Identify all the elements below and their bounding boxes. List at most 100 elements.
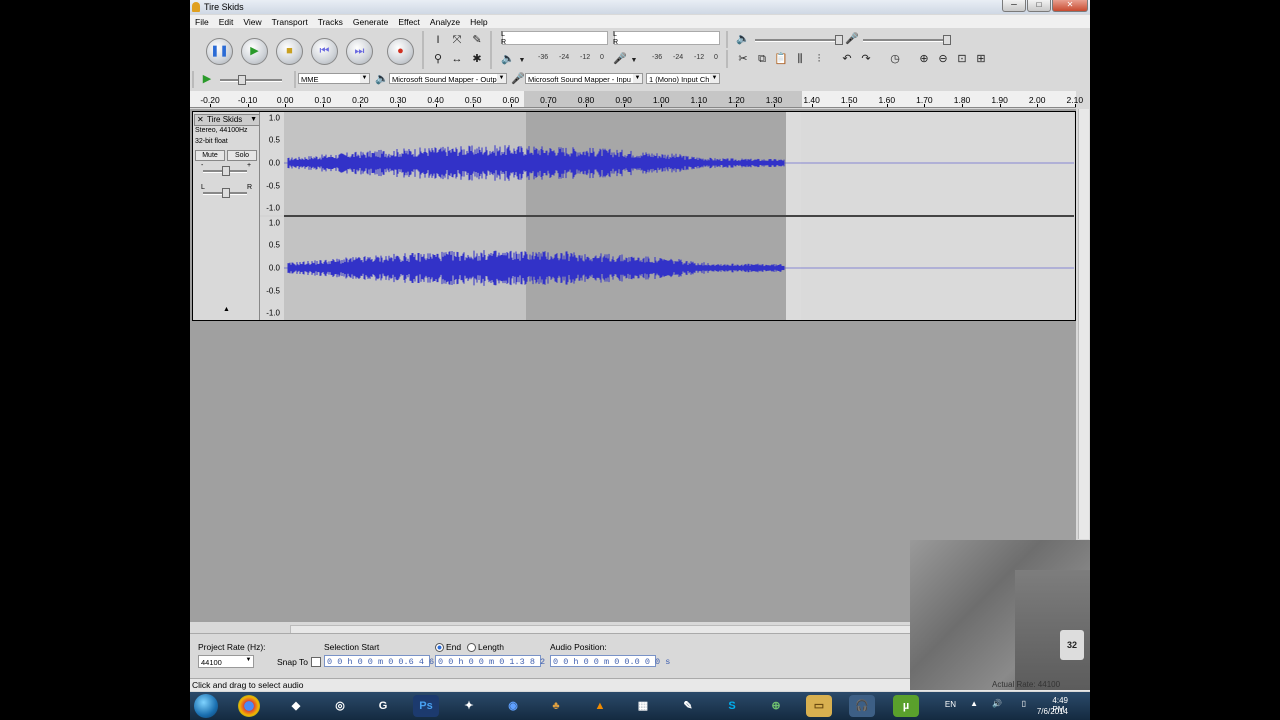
input-volume-slider[interactable] [863, 35, 951, 45]
mute-button[interactable]: Mute [195, 150, 225, 161]
tray-arrow-icon[interactable]: ▲ [970, 699, 978, 708]
stop-button[interactable]: ■ [276, 38, 303, 65]
right-channel-waveform[interactable] [284, 217, 1074, 320]
snap-to-checkbox[interactable] [311, 657, 321, 667]
ruler-tick-mark [473, 104, 475, 107]
ruler-tick-mark [1074, 104, 1076, 107]
minimize-button[interactable]: ─ [1002, 0, 1026, 12]
collapse-track-icon[interactable]: ▲ [223, 306, 230, 313]
explorer-icon[interactable]: ▭ [806, 695, 832, 717]
zoom-out-icon[interactable]: ⊖ [935, 51, 951, 67]
audacity-taskbar-icon[interactable]: 🎧 [849, 695, 875, 717]
cut-icon[interactable]: ✂ [735, 51, 751, 67]
silence-icon[interactable]: ⫶ [811, 51, 827, 67]
ruler-tick-mark [435, 104, 437, 107]
skype-icon[interactable]: S [719, 695, 745, 717]
selection-end-field[interactable]: 0 0 h 0 0 m 0 1.3 8 2 s [435, 655, 555, 667]
menu-tracks[interactable]: Tracks [313, 15, 348, 28]
skip-to-end-button[interactable]: ⏭ [346, 38, 373, 65]
playback-meter[interactable]: L R [501, 31, 608, 46]
recording-meter[interactable]: L R [613, 31, 720, 46]
zoom-in-icon[interactable]: ⊕ [916, 51, 932, 67]
axis-label: 1.0 [268, 218, 280, 228]
end-radio[interactable] [435, 643, 444, 652]
network-tray-icon[interactable]: ▯ [1022, 699, 1026, 708]
vertical-scrollbar[interactable] [1078, 109, 1089, 539]
audio-position-field[interactable]: 0 0 h 0 0 m 0 0.0 0 0 s [550, 655, 670, 667]
output-volume-slider[interactable] [755, 35, 843, 45]
audio-track[interactable]: ✕ Tire Skids ▼ Stereo, 44100Hz 32-bit fl… [192, 111, 1076, 321]
volume-icon[interactable]: 🔊 [992, 699, 1002, 708]
meter-menu-arrow-icon[interactable]: ▼ [514, 53, 530, 69]
menu-effect[interactable]: Effect [393, 15, 425, 28]
left-channel-waveform[interactable] [284, 112, 1074, 217]
photoshop-icon[interactable]: Ps [413, 695, 439, 717]
zoom-tool-icon[interactable]: ⚲ [430, 51, 446, 67]
sync-lock-icon[interactable]: ◷ [887, 51, 903, 67]
play-at-speed-icon[interactable]: ▶ [199, 71, 215, 87]
menu-analyze[interactable]: Analyze [425, 15, 465, 28]
copy-icon[interactable]: ⧉ [754, 51, 770, 67]
redo-icon[interactable]: ↷ [858, 51, 874, 67]
project-rate-select[interactable]: 44100 ▼ [198, 655, 254, 668]
ruler-tick-mark [886, 104, 888, 107]
rec-meter-scale-label: -24 [673, 54, 684, 61]
selection-tool-icon[interactable]: I [430, 32, 446, 48]
browser-icon[interactable]: ◉ [500, 695, 526, 717]
close-button[interactable]: ✕ [1052, 0, 1088, 12]
steam-icon[interactable]: ◎ [327, 695, 353, 717]
record-button[interactable]: ● [387, 38, 414, 65]
blender-icon[interactable]: ✦ [456, 695, 482, 717]
selection-start-field[interactable]: 0 0 h 0 0 m 0 0.6 4 6 s [324, 655, 444, 667]
game-icon[interactable]: ♣ [543, 695, 569, 717]
envelope-tool-icon[interactable]: ⤧ [449, 32, 465, 48]
chrome-icon[interactable] [238, 695, 260, 717]
menu-help[interactable]: Help [465, 15, 492, 28]
timeline-ruler[interactable]: -0.20 -0.10 0.00 0.10 0.20 0.30 0.40 0.50 0.60 0.… [190, 91, 1083, 108]
draw-tool-icon[interactable]: ✎ [469, 32, 485, 48]
input-device-select[interactable]: Microsoft Sound Mapper - Inpu ▼ [525, 73, 643, 84]
length-radio[interactable] [467, 643, 476, 652]
language-indicator[interactable]: EN [945, 700, 956, 709]
start-button[interactable] [194, 694, 218, 718]
track-menu-arrow-icon[interactable]: ▼ [250, 115, 257, 125]
solo-button[interactable]: Solo [227, 150, 257, 161]
unity-icon[interactable]: ◆ [283, 695, 309, 717]
pan-right-label: R [247, 184, 253, 191]
input-channels-select[interactable]: 1 (Mono) Input Ch ▼ [646, 73, 720, 84]
rec-meter-menu-arrow-icon[interactable]: ▼ [626, 53, 642, 69]
menu-view[interactable]: View [238, 15, 266, 28]
maximize-button[interactable]: □ [1027, 0, 1051, 12]
vlc-icon[interactable]: ▲ [587, 695, 613, 717]
menu-transport[interactable]: Transport [267, 15, 313, 28]
clock-date[interactable]: 7/6/2014 [1037, 707, 1068, 716]
utorrent-icon[interactable]: µ [893, 695, 919, 717]
audio-host-select[interactable]: MME ▼ [298, 73, 370, 84]
time-shift-tool-icon[interactable]: ↔ [449, 51, 465, 67]
gain-slider[interactable] [203, 166, 247, 176]
gog-icon[interactable]: G [370, 695, 396, 717]
menu-edit[interactable]: Edit [214, 15, 239, 28]
output-device-icon: 🔈 [375, 73, 389, 85]
fit-project-icon[interactable]: ⊞ [973, 51, 989, 67]
app-icon[interactable]: ✎ [675, 695, 701, 717]
video-editor-icon[interactable]: ▦ [630, 695, 656, 717]
input-device-value: Microsoft Sound Mapper - Inpu [528, 75, 631, 84]
menu-file[interactable]: File [190, 15, 214, 28]
network-icon[interactable]: ⊕ [763, 695, 789, 717]
fit-selection-icon[interactable]: ⊡ [954, 51, 970, 67]
building-number-sign: 32 [1060, 630, 1084, 660]
trim-icon[interactable]: ⫼ [792, 51, 808, 67]
pause-button[interactable]: ❚❚ [206, 38, 233, 65]
pan-slider[interactable] [203, 188, 247, 198]
menu-generate[interactable]: Generate [348, 15, 393, 28]
multi-tool-icon[interactable]: ✱ [469, 51, 485, 67]
play-speed-slider[interactable] [220, 75, 282, 85]
track-close-icon[interactable]: ✕ [197, 115, 204, 125]
paste-icon[interactable]: 📋 [773, 51, 789, 67]
undo-icon[interactable]: ↶ [839, 51, 855, 67]
track-name-button[interactable]: ✕ Tire Skids ▼ [194, 114, 260, 126]
skip-to-start-button[interactable]: ⏮ [311, 38, 338, 65]
output-device-select[interactable]: Microsoft Sound Mapper - Outp ▼ [389, 73, 507, 84]
play-button[interactable]: ▶ [241, 38, 268, 65]
